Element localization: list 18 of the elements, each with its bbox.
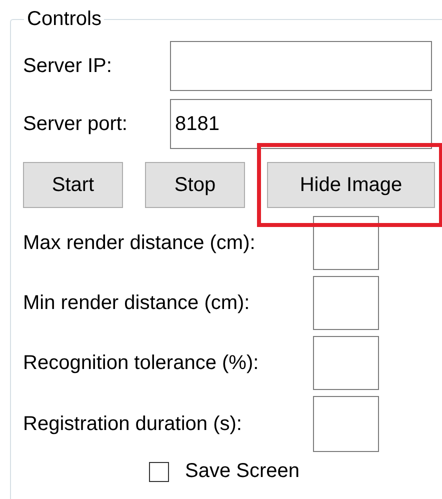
field-label: Server port: — [23, 112, 128, 136]
action-button[interactable]: Start — [23, 162, 123, 208]
input-field[interactable] — [170, 41, 432, 91]
input-field[interactable]: 8181 — [170, 99, 432, 149]
field-label: Recognition tolerance (%): — [23, 352, 260, 374]
input-field[interactable] — [313, 336, 379, 390]
input-field[interactable] — [313, 396, 379, 452]
input-field[interactable] — [313, 216, 379, 270]
action-button[interactable]: Stop — [145, 162, 245, 208]
field-label: Min render distance (cm): — [23, 292, 251, 314]
action-button[interactable]: Hide Image — [267, 162, 435, 208]
field-label: Max render distance (cm): — [23, 232, 256, 254]
field-label: Registration duration (s): — [23, 412, 243, 436]
field-label: Server IP: — [23, 54, 113, 78]
checkbox[interactable] — [149, 462, 169, 482]
input-field[interactable] — [313, 276, 379, 330]
group-title: Controls — [26, 8, 102, 31]
checkbox-label: Save Screen — [185, 460, 300, 483]
